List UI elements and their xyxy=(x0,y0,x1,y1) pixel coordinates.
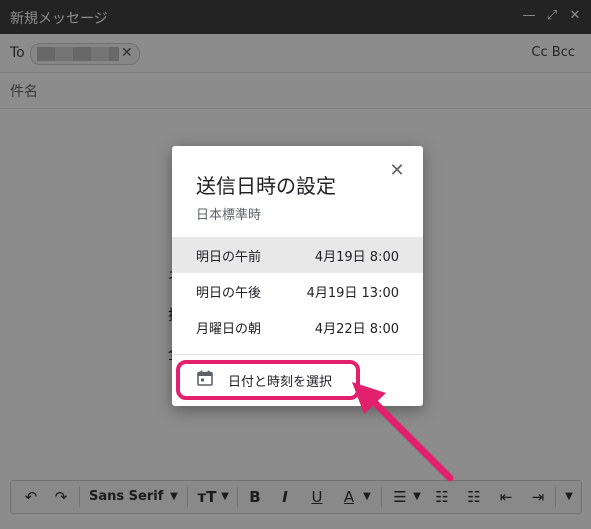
option-time: 4月19日 13:00 xyxy=(306,286,399,301)
dialog-divider xyxy=(172,354,423,355)
option-time: 4月22日 8:00 xyxy=(314,322,399,337)
option-label: 明日の午前 xyxy=(196,250,262,265)
schedule-option-tomorrow-afternoon[interactable]: 明日の午後 4月19日 13:00 xyxy=(172,273,423,309)
option-time: 4月19日 8:00 xyxy=(314,250,399,265)
close-icon[interactable]: ✕ xyxy=(386,160,408,182)
timezone-label: 日本標準時 xyxy=(196,208,262,223)
option-label: 月曜日の朝 xyxy=(196,322,262,337)
schedule-option-monday-morning[interactable]: 月曜日の朝 4月22日 8:00 xyxy=(172,309,423,345)
option-label: 明日の午後 xyxy=(196,286,262,301)
highlight-box xyxy=(176,360,360,400)
schedule-option-tomorrow-morning[interactable]: 明日の午前 4月19日 8:00 xyxy=(172,237,423,273)
dialog-title: 送信日時の設定 xyxy=(196,174,336,198)
